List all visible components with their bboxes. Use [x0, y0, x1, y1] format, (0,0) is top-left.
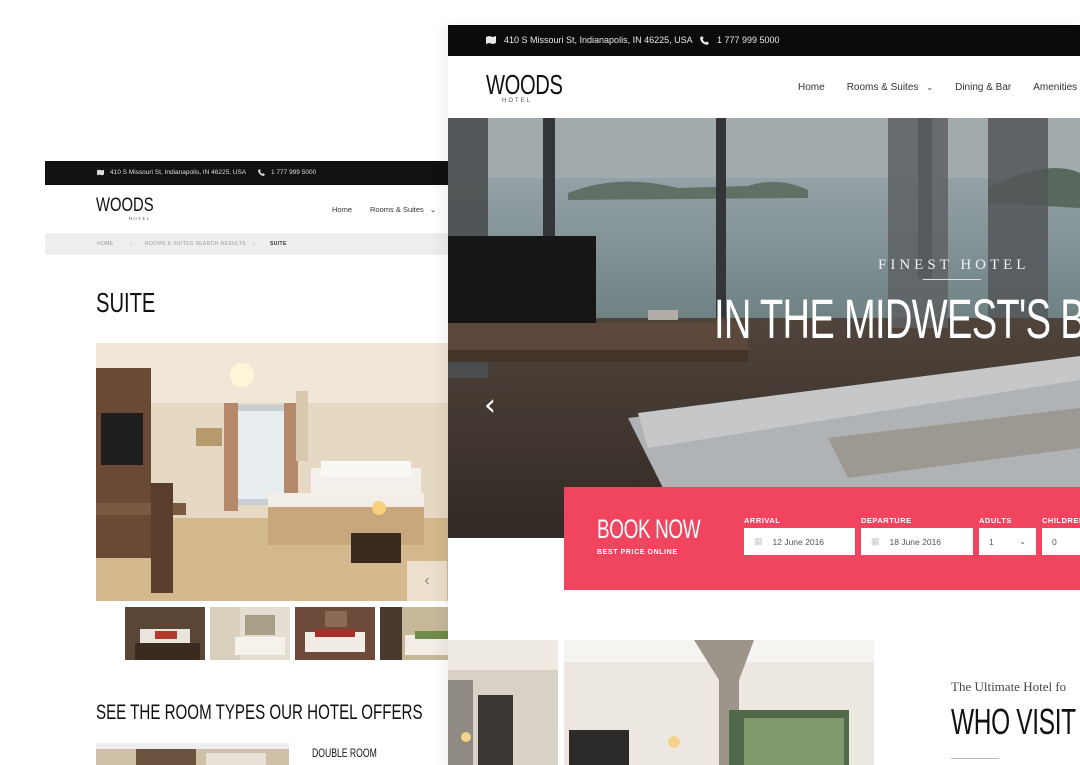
nav-rooms[interactable]: Rooms & Suites ⌄ — [370, 205, 436, 214]
address-text: 410 S Missouri St, Indianapolis, IN 4622… — [504, 35, 693, 45]
calendar-icon: ▦ — [871, 536, 880, 546]
chevron-down-icon: ⌄ — [429, 205, 437, 214]
phone-icon — [258, 169, 265, 176]
calendar-icon: ▦ — [754, 536, 763, 546]
main-nav: Home Rooms & Suites ⌄ Dining & Bar Amenit… — [798, 82, 1077, 93]
suite-main-photo: ‹ — [96, 343, 465, 601]
chevron-left-icon: ‹ — [424, 572, 430, 589]
nav-rooms[interactable]: Rooms & Suites ⌄ — [847, 82, 933, 93]
chevron-left-icon: ‹ — [484, 388, 496, 423]
hero-headline: IN THE MIDWEST'S BES — [714, 287, 1080, 350]
breadcrumb-separator: › — [130, 241, 133, 247]
logo[interactable]: WOODS HOTEL — [486, 69, 592, 104]
gallery-thumbnail[interactable] — [125, 607, 205, 660]
children-value: 0 — [1052, 536, 1057, 547]
departure-date-field[interactable]: ▦ 18 June 2016 — [861, 528, 973, 555]
breadcrumb-current: SUITE — [270, 241, 287, 247]
departure-label: DEPARTURE — [861, 516, 912, 525]
nav-rooms-label: Rooms & Suites — [370, 205, 424, 214]
children-select[interactable]: 0 — [1042, 528, 1080, 555]
arrival-date-field[interactable]: ▦ 12 June 2016 — [744, 528, 855, 555]
gallery-thumbnail[interactable] — [295, 607, 375, 660]
logo-word: WOODS — [96, 195, 154, 216]
logo-word: WOODS — [486, 69, 563, 100]
home-page-preview: 410 S Missouri St, Indianapolis, IN 4622… — [448, 25, 1080, 765]
hero-prev-button[interactable]: ‹ — [484, 388, 496, 423]
intro-kicker: The Ultimate Hotel fo — [951, 679, 1067, 694]
nav-home[interactable]: Home — [798, 82, 825, 93]
phone-info: 1 777 999 5000 — [258, 169, 316, 176]
map-icon — [97, 169, 104, 176]
booking-title: BOOK NOW — [597, 514, 701, 544]
hero-slider: ‹ FINEST HOTEL IN THE MIDWEST'S BES — [448, 118, 1080, 538]
gallery-thumbnails — [125, 607, 460, 660]
breadcrumb: HOME › ROOMS & SUITES SEARCH RESULTS › S… — [45, 233, 465, 255]
breadcrumb-separator: › — [253, 241, 256, 247]
address-text: 410 S Missouri St, Indianapolis, IN 4622… — [110, 169, 247, 176]
booking-form: BOOK NOW BEST PRICE ONLINE ARRIVAL ▦ 12 … — [564, 487, 1080, 590]
arrival-date-value: 12 June 2016 — [772, 536, 825, 547]
adults-value: 1 — [989, 536, 994, 547]
top-info-bar: 410 S Missouri St, Indianapolis, IN 4622… — [45, 161, 465, 185]
room-card-title[interactable]: DOUBLE ROOM — [312, 746, 377, 760]
address-info: 410 S Missouri St, Indianapolis, IN 4622… — [97, 169, 246, 176]
arrival-label: ARRIVAL — [744, 516, 781, 525]
address-info: 410 S Missouri St, Indianapolis, IN 4622… — [486, 35, 693, 45]
adults-select[interactable]: 1 ⌄ — [979, 528, 1036, 555]
chevron-down-icon: ⌄ — [1019, 537, 1026, 546]
hero-divider — [923, 279, 981, 280]
booking-subtitle: BEST PRICE ONLINE — [597, 549, 678, 556]
room-photo-left — [448, 640, 558, 765]
adults-label: ADULTS — [979, 516, 1012, 525]
room-card-photo[interactable] — [96, 743, 289, 765]
phone-icon — [700, 35, 709, 45]
phone-info: 1 777 999 5000 — [700, 35, 780, 45]
nav-dining[interactable]: Dining & Bar — [955, 82, 1011, 93]
map-icon — [486, 36, 496, 44]
gallery-thumbnail[interactable] — [210, 607, 290, 660]
page-title: SUITE — [96, 287, 156, 318]
breadcrumb-home[interactable]: HOME — [97, 241, 114, 247]
nav-home[interactable]: Home — [332, 205, 352, 214]
main-nav: Home Rooms & Suites ⌄ — [332, 205, 436, 214]
nav-amenities[interactable]: Amenities — [1033, 82, 1077, 93]
gallery-prev-button[interactable]: ‹ — [407, 561, 447, 601]
top-info-bar: 410 S Missouri St, Indianapolis, IN 4622… — [448, 25, 1080, 56]
intro-heading: WHO VISIT TH — [951, 701, 1080, 742]
room-types-heading: SEE THE ROOM TYPES OUR HOTEL OFFERS — [96, 701, 423, 724]
phone-text: 1 777 999 5000 — [271, 169, 317, 176]
departure-date-value: 18 June 2016 — [889, 536, 942, 547]
suite-page-preview: 410 S Missouri St, Indianapolis, IN 4622… — [45, 161, 465, 765]
room-photo-main — [564, 640, 874, 765]
chevron-down-icon: ⌄ — [926, 83, 934, 92]
phone-text: 1 777 999 5000 — [717, 35, 780, 45]
children-label: CHILDREN — [1042, 516, 1080, 525]
breadcrumb-results[interactable]: ROOMS & SUITES SEARCH RESULTS — [145, 241, 246, 247]
hero-kicker: FINEST HOTEL — [878, 257, 1030, 273]
intro-divider — [951, 758, 999, 759]
nav-rooms-label: Rooms & Suites — [846, 82, 919, 93]
logo[interactable]: WOODS HOTEL — [96, 195, 170, 221]
